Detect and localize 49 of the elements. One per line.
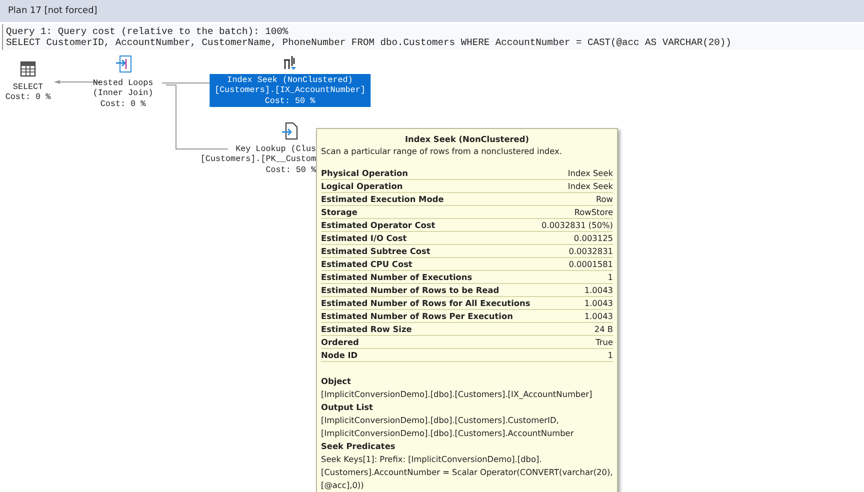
property-name: Estimated CPU Cost [321,258,412,270]
section-text: [ImplicitConversionDemo].[dbo].[Customers].CustomerID, [ImplicitConversionDemo].[dbo].[Customers].AccountNumber [321,414,575,440]
join-icon[interactable] [114,55,132,73]
property-value: 1.0043 [584,297,613,309]
property-name: Estimated Number of Rows Per Execution [321,310,513,322]
property-value: 0.0001581 [568,258,613,270]
section-heading: Seek Predicates [321,440,396,453]
property-value: 1 [608,271,613,283]
property-name: Node ID [321,349,358,361]
property-value: 0.003125 [574,232,613,244]
page-icon[interactable] [281,122,299,140]
property-value: Index Seek [568,180,613,192]
operator-label[interactable]: Index Seek (NonClustered) [Customers].[IX_AccountNumber] Cost: 50 % [210,74,370,108]
section-heading: Object [321,375,352,388]
section-text: Seek Keys[1]: Prefix: [ImplicitConversionDemo].[dbo].[Customers].AccountNumber = Scalar Operator(CONVERT(varchar(20),[@acc],0)) [321,453,613,492]
property-value: 1.0043 [584,310,613,322]
property-name: Estimated Number of Rows to be Read [321,284,500,296]
property-name: Estimated I/O Cost [321,232,407,244]
query-cost-header: Query 1: Query cost (relative to the batch): 100% [6,26,290,37]
section-text: [ImplicitConversionDemo].[dbo].[Customers].[IX_AccountNumber] [321,388,594,401]
property-value: Row [596,193,613,205]
property-name: Estimated Row Size [321,323,412,335]
property-value: Index Seek [568,167,613,179]
property-name: Estimated Subtree Cost [321,245,430,257]
operator-label[interactable]: Nested Loops (Inner Join) Cost: 0 % [92,78,154,110]
property-value: True [596,336,613,348]
operator-label[interactable]: Key Lookup (Clus [Customers].[PK__Custom Cost: 50 % [200,144,316,176]
section-heading: Output List [321,401,374,414]
property-name: Physical Operation [321,167,408,179]
property-value: RowStore [574,206,613,218]
property-name: Estimated Number of Rows for All Executions [321,297,530,309]
property-name: Estimated Execution Mode [321,193,444,205]
plan-title: Plan 17 [not forced] [0,0,864,22]
tooltip-description: Scan a particular range of rows from a nonclustered index. [321,145,563,157]
property-name: Storage [321,206,358,218]
index-seek-icon[interactable] [281,54,299,72]
property-value: 1.0043 [584,284,613,296]
property-value: 24 B [594,323,613,335]
query-sql: SELECT CustomerID, AccountNumber, CustomerName, PhoneNumber FROM dbo.Customers WHERE AccountNumber = CAST(@acc AS VARCHAR(20)) [6,37,732,48]
property-name: Estimated Number of Executions [321,271,472,283]
operator-label[interactable]: SELECT Cost: 0 % [5,82,51,103]
property-name: Logical Operation [321,180,403,192]
property-value: 0.0032831 (50%) [542,219,613,231]
property-name: Estimated Operator Cost [321,219,436,231]
property-value: 0.0032831 [568,245,613,257]
property-value: 1 [608,349,613,361]
tooltip-title: Index Seek (NonClustered) [404,133,530,145]
property-name: Ordered [321,336,359,348]
table-icon[interactable] [19,60,37,78]
